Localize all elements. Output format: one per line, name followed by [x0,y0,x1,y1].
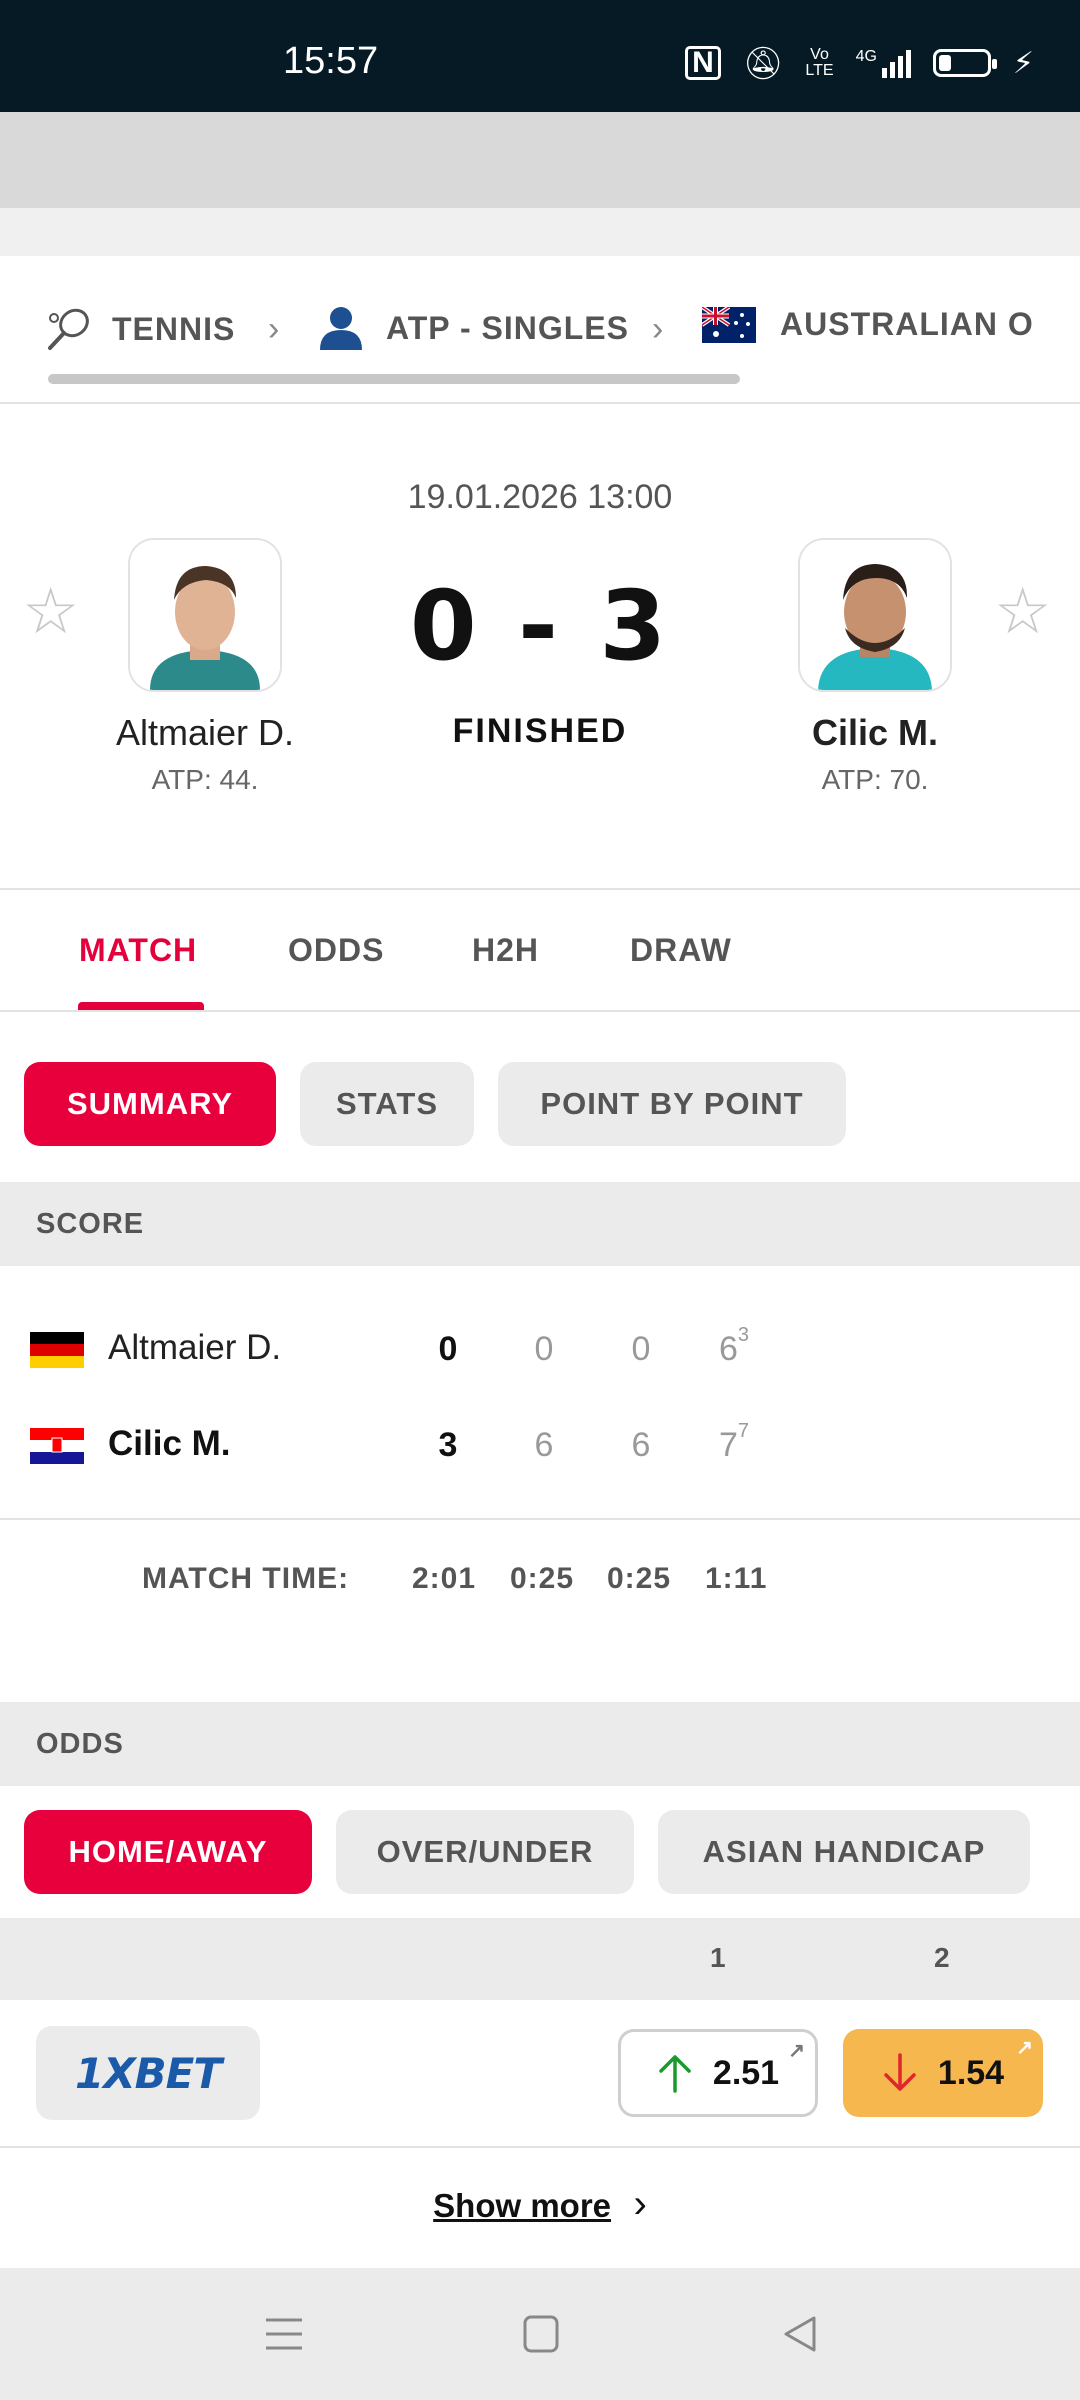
status-time: 15:57 [283,40,379,82]
tennis-racket-icon [48,308,89,350]
show-more-label: Show more [433,2187,612,2224]
match-time-set: 0:25 [607,1562,672,1595]
score-section-title: SCORE [36,1208,145,1240]
favorite-star-icon-away[interactable]: ☆ [994,574,1051,649]
chevron-right-icon: › [268,310,280,348]
odd-button-away[interactable]: 1.54 ↗ [843,2029,1043,2117]
breadcrumb-label: ATP - SINGLES [386,309,629,346]
match-time-set: 0:25 [510,1562,575,1595]
network-type: 4G [855,48,877,65]
odds-section-title: ODDS [36,1728,124,1760]
subtab-stats[interactable]: STATS [300,1062,474,1146]
score-row-name-home[interactable]: Altmaier D. [108,1328,281,1368]
player-name-home[interactable]: Altmaier D. [55,712,355,754]
breadcrumb-item-atp-singles[interactable]: ATP - SINGLES [318,306,629,350]
avatar-home[interactable] [128,538,282,692]
match-score: 0 - 3 [409,570,671,682]
tab-draw[interactable]: DRAW [630,932,732,969]
tiebreak-score: 7 [737,1420,750,1442]
match-status: FINISHED [452,712,628,750]
odd-value-home: 2.51 [712,2053,780,2092]
odd-value-away: 1.54 [937,2053,1005,2092]
battery-icon [932,49,997,77]
system-navigation-bar [0,2268,1080,2400]
set-score-away-with-tiebreak: 77 [704,1420,764,1465]
external-link-icon: ↗ [1016,2037,1033,2059]
set-score: 7 [718,1426,738,1464]
home-icon[interactable] [522,2314,560,2354]
set-score-away: 6 [631,1426,651,1464]
tab-h2h[interactable]: H2H [472,932,539,969]
breadcrumb-label: TENNIS [112,310,236,347]
bookmaker-name: 1XBET [75,2048,222,2098]
chevron-right-icon: › [633,2182,647,2226]
signal-icon: 4G [856,48,911,78]
germany-flag-icon [30,1332,84,1368]
bookmaker-logo-1xbet[interactable]: 1XBET [36,2026,260,2120]
horizontal-scrollbar[interactable] [48,374,740,384]
ad-banner-area [0,112,1080,208]
divider [0,2146,1080,2148]
active-tab-indicator [78,1002,204,1010]
show-more-link[interactable]: Show more › [0,2182,1080,2227]
nfc-icon: N [685,46,721,80]
odds-col-2: 2 [934,1942,950,1973]
player-rank-away: ATP: 70. [821,764,929,795]
divider [0,888,1080,890]
tab-match[interactable]: MATCH [79,932,197,969]
player-name-away[interactable]: Cilic M. [725,712,1025,754]
arrow-down-icon [884,2053,916,2091]
odds-columns-header: 1 2 [0,1918,1080,2000]
match-time-total: 2:01 [412,1562,477,1595]
divider [0,1010,1080,1012]
mute-icon: 🔕︎ [742,45,784,81]
avatar-away[interactable] [798,538,952,692]
divider [0,1518,1080,1520]
favorite-star-icon-home[interactable]: ☆ [22,574,79,649]
chevron-right-icon: › [652,310,664,348]
external-link-icon: ↗ [788,2040,805,2062]
breadcrumb-item-australian-open[interactable]: AUSTRALIAN O [702,306,1034,343]
score-total-home: 0 [438,1330,458,1368]
breadcrumb: TENNIS › ATP - SINGLES › AUSTRALIAN O [0,256,1080,404]
volte-icon: Vo LTE [805,46,834,79]
set-score-home-with-tiebreak: 63 [704,1324,764,1369]
arrow-up-icon [659,2055,691,2093]
odds-tab-asian-handicap[interactable]: ASIAN HANDICAP [658,1810,1030,1894]
tab-odds[interactable]: ODDS [288,932,384,969]
odds-section-header: ODDS [0,1702,1080,1786]
set-score-home: 0 [534,1330,554,1368]
breadcrumb-label: AUSTRALIAN O [780,306,1034,342]
charging-icon: ⚡︎ [1012,46,1034,80]
match-datetime: 19.01.2026 13:00 [407,478,673,516]
status-bar: 15:57 N 🔕︎ Vo LTE 4G ⚡︎ [0,0,1080,112]
score-section-header: SCORE [0,1182,1080,1266]
score-total-away: 3 [438,1426,458,1464]
set-score-home: 0 [631,1330,651,1368]
odd-button-home[interactable]: 2.51 ↗ [618,2029,818,2117]
subtab-point-by-point[interactable]: POINT BY POINT [498,1062,846,1146]
subtab-summary[interactable]: SUMMARY [24,1062,276,1146]
set-score: 6 [718,1330,738,1368]
back-icon[interactable] [780,2314,818,2354]
breadcrumb-item-tennis[interactable]: TENNIS [46,306,235,352]
score-row-name-away[interactable]: Cilic M. [108,1424,231,1464]
player-rank-home: ATP: 44. [151,764,259,795]
spacer [0,208,1080,256]
status-icons: N 🔕︎ Vo LTE 4G ⚡︎ [685,44,1034,82]
player-photo-away [800,540,950,690]
person-icon [320,307,362,350]
odds-col-1: 1 [710,1942,726,1973]
match-time-set: 1:11 [705,1562,768,1595]
tiebreak-score: 3 [737,1324,750,1346]
odds-tab-over-under[interactable]: OVER/UNDER [336,1810,634,1894]
croatia-flag-icon [30,1428,84,1464]
player-photo-home [130,540,280,690]
match-time-label: MATCH TIME: [142,1562,350,1595]
menu-icon[interactable] [264,2316,304,2352]
odds-tab-home-away[interactable]: HOME/AWAY [24,1810,312,1894]
set-score-away: 6 [534,1426,554,1464]
australia-flag-icon [702,306,756,343]
